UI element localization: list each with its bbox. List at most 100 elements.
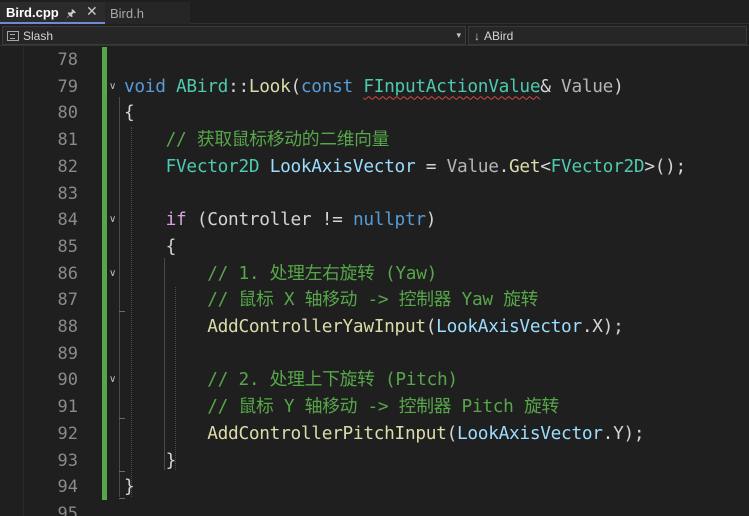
token-punct: ( bbox=[290, 75, 302, 97]
arrow-down-icon: ↓ bbox=[474, 28, 480, 43]
token-punct: . bbox=[498, 155, 510, 177]
code-text: AddControllerYawInput(LookAxisVector.X); bbox=[124, 314, 624, 341]
code-line: 79 ∨ void ABird::Look(const FInputAction… bbox=[0, 74, 749, 101]
token-param: Value bbox=[446, 155, 499, 177]
line-number: 87 bbox=[57, 290, 78, 311]
token-function: AddControllerPitchInput bbox=[207, 422, 447, 444]
scope-label: Slash bbox=[23, 28, 54, 43]
code-line: 82 FVector2D LookAxisVector = Value.Get<… bbox=[0, 154, 749, 181]
code-line: 90 ∨ // 2. 处理上下旋转 (Pitch) bbox=[0, 367, 749, 394]
member-label: ABird bbox=[484, 28, 514, 43]
code-line: 89 bbox=[0, 341, 749, 368]
token-operator: = bbox=[425, 155, 437, 177]
token-punct: .Y); bbox=[602, 422, 645, 444]
token-punct: & bbox=[540, 75, 551, 97]
token-control: if bbox=[165, 209, 187, 231]
token-identifier: LookAxisVector bbox=[269, 155, 416, 177]
line-number: 89 bbox=[57, 343, 78, 364]
code-text: // 2. 处理上下旋转 (Pitch) bbox=[124, 367, 458, 394]
token-operator: != bbox=[321, 209, 343, 231]
token-type: FVector2D bbox=[550, 155, 645, 177]
token-function: AddControllerYawInput bbox=[207, 316, 426, 337]
chevron-down-icon[interactable]: ▾ bbox=[456, 27, 461, 44]
token-keyword: nullptr bbox=[352, 209, 426, 231]
tab-bird-h[interactable]: Bird.h bbox=[105, 2, 190, 24]
token-param: Value bbox=[561, 75, 614, 97]
code-line: 94 } bbox=[0, 474, 749, 501]
token-identifier: LookAxisVector bbox=[456, 422, 603, 444]
code-editor[interactable]: 78 79 ∨ void ABird::Look(const FInputAct… bbox=[0, 47, 749, 516]
token-punct: .X); bbox=[581, 316, 624, 337]
code-line: 95 bbox=[0, 501, 749, 516]
token-keyword: void bbox=[124, 75, 166, 97]
token-comment: // 1. 处理左右旋转 (Yaw) bbox=[207, 262, 438, 284]
code-text: // 1. 处理左右旋转 (Yaw) bbox=[124, 261, 437, 288]
line-number: 88 bbox=[57, 317, 78, 337]
token-type-error: FInputActionValue bbox=[363, 75, 541, 97]
code-line: 87 // 鼠标 X 轴移动 -> 控制器 Yaw 旋转 bbox=[0, 287, 749, 314]
code-text: // 鼠标 Y 轴移动 -> 控制器 Pitch 旋转 bbox=[124, 394, 559, 421]
token-punct: :: bbox=[228, 75, 249, 97]
code-text: // 鼠标 X 轴移动 -> 控制器 Yaw 旋转 bbox=[124, 287, 538, 314]
member-dropdown[interactable]: ↓ ABird bbox=[468, 26, 747, 45]
line-number: 86 bbox=[57, 263, 78, 284]
code-text: // 获取鼠标移动的二维向量 bbox=[124, 127, 390, 154]
token-punct: ) bbox=[613, 75, 624, 97]
code-text: } bbox=[124, 474, 135, 501]
code-text: { bbox=[124, 100, 135, 127]
code-text: void ABird::Look(const FInputActionValue… bbox=[124, 74, 624, 101]
code-line: 78 bbox=[0, 47, 749, 74]
line-number: 81 bbox=[57, 130, 78, 151]
code-line: 86 ∨ // 1. 处理左右旋转 (Yaw) bbox=[0, 261, 749, 288]
line-number: 80 bbox=[57, 103, 78, 124]
token-comment: // 2. 处理上下旋转 (Pitch) bbox=[207, 369, 458, 391]
token-punct: ) bbox=[425, 209, 437, 231]
scope-dropdown[interactable]: Slash ▾ bbox=[2, 26, 466, 45]
line-number: 78 bbox=[57, 50, 78, 70]
code-line: 85 { bbox=[0, 234, 749, 261]
token-comment: // 获取鼠标移动的二维向量 bbox=[165, 129, 390, 151]
line-number: 90 bbox=[57, 370, 78, 391]
close-icon[interactable]: ✕ bbox=[86, 3, 98, 20]
token-punct: } bbox=[165, 449, 177, 471]
code-line: 93 } bbox=[0, 448, 749, 475]
token-punct: ( bbox=[425, 316, 437, 337]
token-function: Get bbox=[509, 155, 541, 177]
code-line: 84 ∨ if (Controller != nullptr) bbox=[0, 207, 749, 234]
token-punct: { bbox=[165, 235, 177, 257]
code-line: 80 { bbox=[0, 100, 749, 127]
token-function: Look bbox=[248, 75, 291, 97]
tab-bird-cpp[interactable]: Bird.cpp 🖈 ✕ bbox=[0, 2, 105, 24]
code-text: AddControllerPitchInput(LookAxisVector.Y… bbox=[124, 421, 644, 448]
line-number: 91 bbox=[57, 397, 78, 418]
navigation-bar: Slash ▾ ↓ ABird bbox=[0, 25, 749, 46]
fold-chevron-icon[interactable]: ∨ bbox=[109, 367, 116, 394]
token-type: ABird bbox=[176, 75, 229, 97]
code-line: 81 // 获取鼠标移动的二维向量 bbox=[0, 127, 749, 154]
code-text: if (Controller != nullptr) bbox=[124, 207, 437, 234]
line-number: 82 bbox=[57, 156, 78, 177]
token-comment: // 鼠标 X 轴移动 -> 控制器 Yaw 旋转 bbox=[207, 289, 539, 311]
token-keyword: const bbox=[300, 75, 353, 97]
line-number: 94 bbox=[57, 477, 78, 498]
token-punct: < bbox=[540, 155, 551, 177]
line-number: 84 bbox=[57, 210, 78, 231]
code-text: { bbox=[124, 234, 177, 261]
pin-icon[interactable]: 🖈 bbox=[66, 5, 76, 24]
fold-chevron-icon[interactable]: ∨ bbox=[109, 207, 116, 234]
token-comment: // 鼠标 Y 轴移动 -> 控制器 Pitch 旋转 bbox=[207, 396, 559, 418]
token-type: FVector2D bbox=[165, 155, 260, 177]
token-punct: (); bbox=[654, 155, 687, 177]
code-text: } bbox=[124, 448, 177, 475]
line-number: 92 bbox=[57, 423, 78, 444]
token-punct: { bbox=[124, 102, 135, 124]
code-line: 83 bbox=[0, 181, 749, 208]
line-number: 93 bbox=[57, 450, 78, 471]
fold-chevron-icon[interactable]: ∨ bbox=[109, 74, 116, 101]
code-line: 92 AddControllerPitchInput(LookAxisVecto… bbox=[0, 421, 749, 448]
line-number: 85 bbox=[57, 236, 78, 257]
fold-chevron-icon[interactable]: ∨ bbox=[109, 261, 116, 288]
code-text: FVector2D LookAxisVector = Value.Get<FVe… bbox=[124, 154, 687, 181]
token-punct: } bbox=[124, 476, 135, 498]
line-number: 95 bbox=[57, 503, 78, 516]
